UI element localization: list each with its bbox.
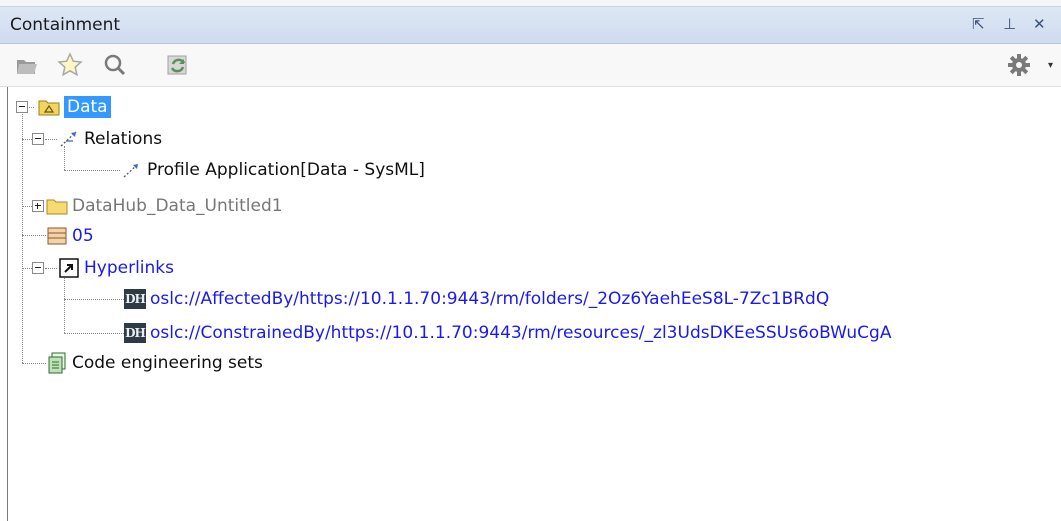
tree-connector	[45, 268, 57, 269]
tree-item-profile-application[interactable]: Profile Application[Data - SysML]	[121, 157, 425, 183]
tree-item-label: Data	[64, 96, 111, 118]
tree-item-datahub[interactable]: DataHub_Data_Untitled1	[46, 193, 283, 219]
tree-item-code-engineering-sets[interactable]: Code engineering sets	[46, 350, 263, 376]
datahub-icon: DH	[124, 323, 146, 343]
float-icon[interactable]: ⇱	[972, 15, 985, 33]
tree-connector	[22, 139, 32, 140]
tree-connector	[22, 112, 23, 363]
tree-connector	[64, 333, 124, 334]
tree-item-hyperlink[interactable]: DH oslc://AffectedBy/https://10.1.1.70:9…	[124, 286, 829, 312]
datahub-icon: DH	[124, 289, 146, 309]
tree-item-label: Hyperlinks	[84, 258, 175, 278]
code-engineering-icon	[46, 352, 68, 374]
toolbar: ▾	[0, 44, 1061, 87]
tree-item-data[interactable]: Data	[38, 94, 111, 120]
tree-connector	[64, 299, 124, 300]
tree-item-label: DataHub_Data_Untitled1	[72, 196, 283, 216]
shortcut-arrow-icon	[58, 258, 80, 278]
collapse-toggle-data[interactable]	[16, 101, 28, 113]
refresh-icon[interactable]	[163, 50, 193, 80]
table-icon	[46, 226, 68, 246]
gear-dropdown-icon[interactable]: ▾	[1048, 60, 1053, 71]
tree-item-hyperlinks[interactable]: Hyperlinks	[58, 255, 174, 281]
containment-tree: Data Relations Profile Application[Data …	[7, 87, 1061, 521]
panel-titlebar: Containment ⇱ ⊥ ✕	[0, 7, 1061, 44]
profile-application-icon	[121, 160, 143, 180]
relations-icon	[58, 129, 80, 149]
collapse-toggle-hyperlinks[interactable]	[32, 262, 44, 274]
tree-item-label: Profile Application[Data - SysML]	[147, 160, 425, 180]
tree-item-label: oslc://ConstrainedBy/https://10.1.1.70:9…	[150, 323, 892, 343]
tree-item-label: Relations	[84, 129, 163, 149]
search-icon[interactable]	[100, 50, 130, 80]
tree-item-hyperlink[interactable]: DH oslc://ConstrainedBy/https://10.1.1.7…	[124, 320, 891, 346]
close-icon[interactable]: ✕	[1033, 15, 1046, 33]
tree-connector	[22, 235, 46, 236]
tree-item-label: 05	[72, 226, 94, 246]
tree-item-relations[interactable]: Relations	[58, 126, 162, 152]
tree-item-label: oslc://AffectedBy/https://10.1.1.70:9443…	[150, 289, 830, 309]
tree-connector	[64, 170, 120, 171]
gear-icon[interactable]	[1004, 50, 1034, 80]
tree-connector	[22, 206, 32, 207]
tree-connector	[22, 363, 46, 364]
tree-connector	[64, 275, 65, 333]
tree-item-05[interactable]: 05	[46, 223, 94, 249]
tree-connector	[22, 268, 32, 269]
panel-title: Containment	[10, 15, 121, 35]
package-icon	[38, 97, 60, 117]
open-folder-icon[interactable]	[12, 50, 42, 80]
tree-connector	[45, 139, 57, 140]
tree-item-label: Code engineering sets	[72, 353, 263, 373]
star-icon[interactable]	[55, 50, 85, 80]
top-border	[0, 0, 1061, 7]
pin-icon[interactable]: ⊥	[1003, 15, 1016, 33]
collapse-toggle-relations[interactable]	[32, 133, 44, 145]
folder-icon	[46, 196, 68, 216]
expand-toggle-datahub[interactable]	[32, 200, 44, 212]
